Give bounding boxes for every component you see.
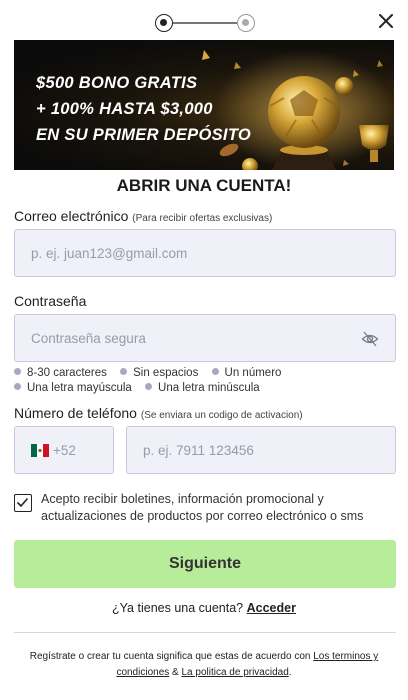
page-title: ABRIR UNA CUENTA! — [116, 176, 292, 195]
checkmark-icon — [16, 497, 29, 508]
close-icon[interactable] — [376, 11, 396, 31]
terms-prefix: Regístrate o crear tu cuenta significa q… — [29, 651, 311, 662]
login-prompt-text: ¿Ya tienes una cuenta? — [112, 601, 244, 615]
terms-suffix: . — [288, 667, 292, 678]
login-prompt: ¿Ya tienes una cuenta? Acceder — [0, 601, 408, 615]
phone-placeholder: p. ej. 7911 123456 — [143, 442, 254, 458]
country-code-value: +52 — [53, 442, 76, 458]
promo-banner: $500 BONO GRATIS + 100% HASTA $3,000 EN … — [14, 40, 394, 170]
divider — [14, 632, 396, 633]
phone-label-text: Número de teléfono — [14, 405, 137, 421]
requirement-item: Sin espacios — [120, 366, 198, 381]
requirement-item: Una letra minúscula — [145, 381, 260, 396]
consent-checkbox[interactable] — [14, 494, 32, 512]
email-placeholder: p. ej. juan123@gmail.com — [31, 245, 188, 261]
banner-line-3: EN SU PRIMER DEPÓSITO — [36, 126, 252, 144]
banner-line-2: + 100% HASTA $3,000 — [36, 100, 213, 118]
phone-field[interactable]: p. ej. 7911 123456 — [126, 426, 396, 474]
step-2-indicator — [237, 14, 255, 32]
terms-amp: & — [172, 667, 179, 678]
consent-text: Acepto recibir boletines, información pr… — [41, 492, 364, 523]
mexico-flag-icon — [31, 443, 49, 457]
terms-notice: Regístrate o crear tu cuenta significa q… — [20, 649, 388, 681]
requirement-item: Una letra mayúscula — [14, 381, 132, 396]
privacy-link[interactable]: La politica de privacidad — [181, 667, 288, 678]
password-label: Contraseña — [14, 293, 87, 309]
requirement-item: 8-30 caracteres — [14, 366, 107, 381]
email-hint: (Para recibir ofertas exclusivas) — [132, 213, 273, 224]
login-link[interactable]: Acceder — [247, 601, 296, 615]
phone-label: Número de teléfono (Se enviara un codigo… — [14, 405, 303, 421]
password-requirements: 8-30 caracteres Sin espacios Un número U… — [14, 366, 394, 396]
step-connector — [173, 22, 237, 24]
progress-stepper — [155, 12, 255, 34]
email-label-text: Correo electrónico — [14, 208, 129, 224]
phone-hint: (Se enviara un codigo de activacion) — [140, 410, 303, 421]
password-field[interactable]: Contraseña segura — [14, 314, 396, 362]
banner-line-1: $500 BONO GRATIS — [36, 74, 198, 92]
banner-headline: $500 BONO GRATIS + 100% HASTA $3,000 EN … — [36, 70, 251, 148]
country-code-select[interactable]: +52 — [14, 426, 114, 474]
next-button[interactable]: Siguiente — [14, 540, 396, 588]
email-field[interactable]: p. ej. juan123@gmail.com — [14, 229, 396, 277]
password-placeholder: Contraseña segura — [31, 330, 146, 346]
eye-hidden-icon[interactable] — [361, 330, 379, 348]
email-label: Correo electrónico (Para recibir ofertas… — [14, 208, 272, 224]
step-1-indicator — [155, 14, 173, 32]
requirement-item: Un número — [211, 366, 281, 381]
